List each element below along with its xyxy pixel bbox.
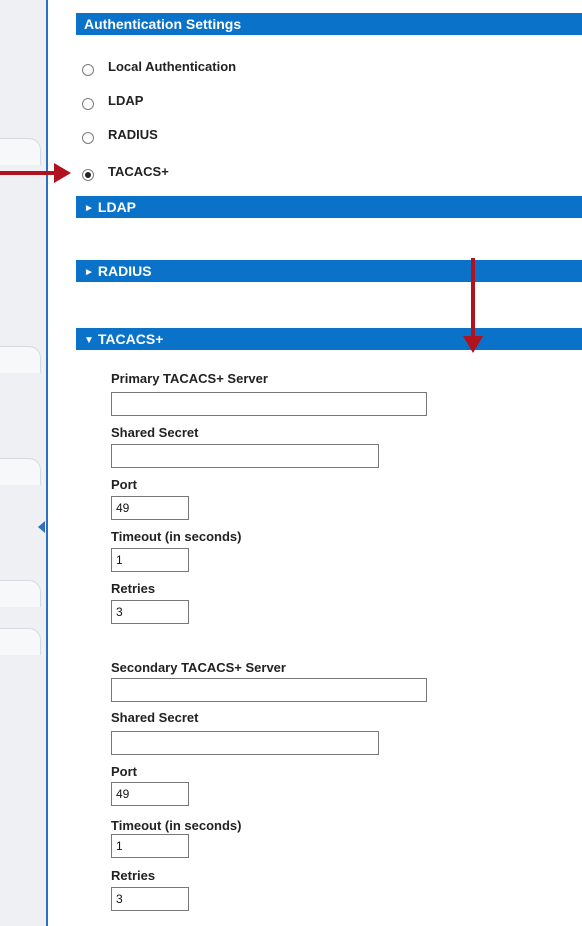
radio-button[interactable] [82,98,94,110]
collapse-rail-icon[interactable] [38,521,45,533]
radio-label: LDAP [108,93,144,108]
radio-label: Local Authentication [108,59,237,74]
annotation-arrowhead-right-icon [54,163,71,183]
primary-server-label: Primary TACACS+ Server [111,371,268,386]
secondary-retries-label: Retries [111,868,156,883]
rail-tab[interactable] [0,458,41,485]
secondary-port-input[interactable] [111,782,189,806]
section-title: RADIUS [97,263,152,279]
annotation-arrowhead-down-icon [463,336,483,353]
annotation-arrow-down [471,258,475,340]
section-header-radius[interactable]: ► RADIUS [76,260,582,282]
secondary-timeout-label: Timeout (in seconds) [111,818,242,833]
secondary-secret-input[interactable] [111,731,379,755]
collapse-arrow-icon: ▼ [84,335,94,346]
radio-button[interactable] [82,64,94,76]
left-rail [0,0,47,926]
secondary-port-label: Port [111,764,137,779]
primary-port-label: Port [111,477,137,492]
secondary-secret-label: Shared Secret [111,710,199,725]
expand-arrow-icon: ► [84,203,94,214]
annotation-arrow-right [0,171,56,175]
radio-button[interactable] [82,132,94,144]
primary-retries-label: Retries [111,581,156,596]
authentication-settings-title: Authentication Settings [84,16,242,32]
rail-tab[interactable] [0,628,41,655]
expand-arrow-icon: ► [84,267,94,278]
primary-secret-label: Shared Secret [111,425,199,440]
section-header-ldap[interactable]: ► LDAP [76,196,582,218]
authentication-settings-header: Authentication Settings [76,13,582,35]
radio-button-selected[interactable] [82,169,94,181]
primary-timeout-label: Timeout (in seconds) [111,529,242,544]
rail-divider [46,0,48,926]
primary-secret-input[interactable] [111,444,379,468]
primary-server-input[interactable] [111,392,427,416]
section-title: LDAP [97,199,137,215]
secondary-retries-input[interactable] [111,887,189,911]
primary-timeout-input[interactable] [111,548,189,572]
secondary-timeout-input[interactable] [111,834,189,858]
section-title: TACACS+ [97,331,164,347]
rail-tab[interactable] [0,346,41,373]
rail-tab[interactable] [0,138,41,165]
radio-label: RADIUS [108,127,158,142]
primary-port-input[interactable] [111,496,189,520]
secondary-server-input[interactable] [111,678,427,702]
section-header-tacacs[interactable]: ▼ TACACS+ [76,328,582,350]
primary-retries-input[interactable] [111,600,189,624]
radio-label: TACACS+ [108,164,169,179]
secondary-server-label: Secondary TACACS+ Server [111,660,286,675]
rail-tab[interactable] [0,580,41,607]
